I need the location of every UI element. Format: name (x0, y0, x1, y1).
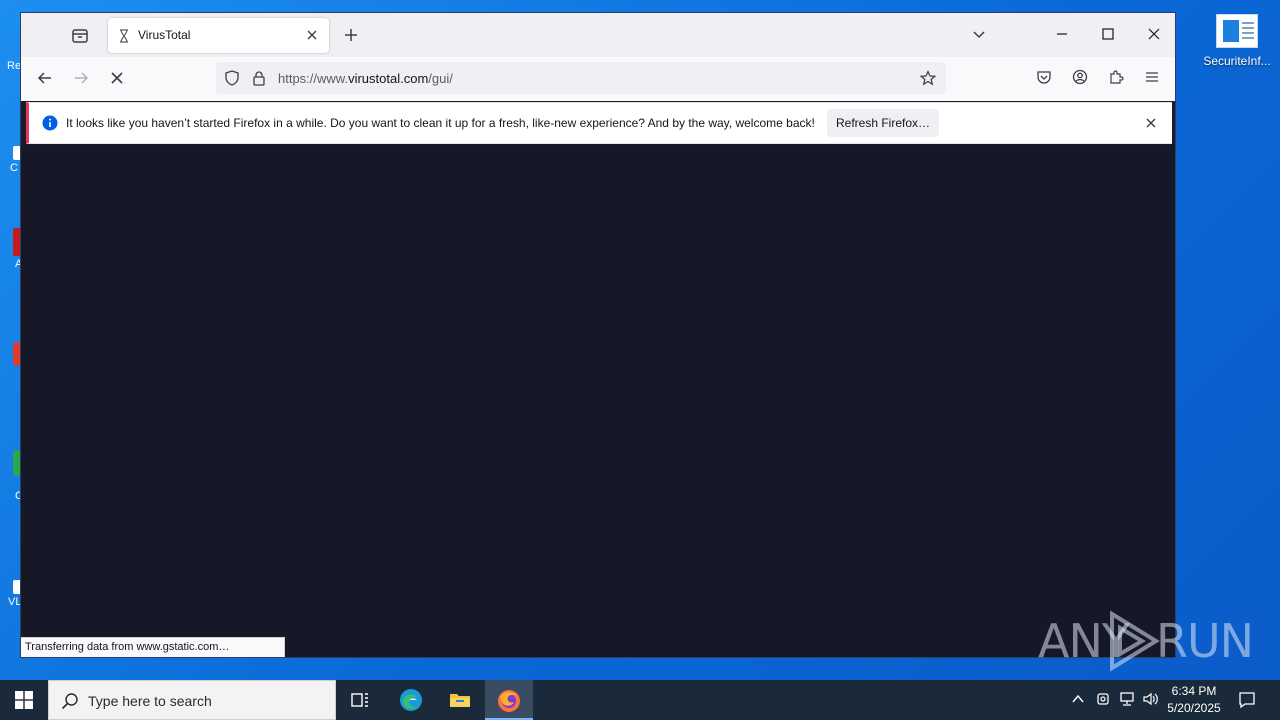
url-prefix: https://www. (278, 71, 349, 86)
lock-icon[interactable] (252, 70, 266, 86)
desktop-icon-3[interactable]: A (0, 228, 22, 270)
file-explorer-taskbar-button[interactable] (436, 680, 484, 720)
taskbar-search[interactable]: Type here to search (48, 680, 336, 720)
new-tab-plus-icon[interactable] (343, 27, 359, 43)
info-icon (42, 115, 58, 131)
edge-taskbar-button[interactable] (387, 680, 435, 720)
loading-hourglass-icon (117, 29, 131, 43)
notification-close-icon[interactable] (1145, 117, 1157, 129)
search-placeholder: Type here to search (88, 693, 212, 709)
pocket-icon[interactable] (1036, 69, 1052, 85)
list-all-tabs-chevron-icon[interactable] (971, 27, 987, 43)
anyrun-watermark: ANY RUN (1038, 610, 1254, 674)
refresh-firefox-notification: It looks like you haven’t started Firefo… (26, 102, 1172, 144)
tab-virustotal[interactable]: VirusTotal (108, 18, 329, 53)
firefox-view-icon (72, 29, 88, 43)
bookmark-star-icon[interactable] (920, 70, 936, 86)
notification-message: It looks like you haven’t started Firefo… (66, 116, 815, 130)
maximize-icon[interactable] (1101, 27, 1115, 41)
navigation-toolbar: https://www.virustotal.com/gui/ (21, 57, 1175, 101)
taskbar-clock[interactable]: 6:34 PM 5/20/2025 (1162, 683, 1226, 717)
show-hidden-icons-chevron-icon[interactable] (1071, 692, 1085, 720)
desktop-icon-securiteinfo[interactable]: SecuriteInf... (1200, 12, 1274, 68)
refresh-firefox-button[interactable]: Refresh Firefox… (827, 109, 939, 137)
edge-icon (400, 689, 422, 711)
network-icon[interactable] (1118, 691, 1136, 720)
desktop-icon-4[interactable] (0, 342, 22, 366)
url-path: /gui/ (428, 71, 453, 86)
forward-arrow-icon[interactable] (72, 69, 90, 87)
desktop-icon-6[interactable]: VL (0, 580, 22, 608)
action-center-icon[interactable] (1237, 690, 1257, 710)
folder-icon (450, 694, 470, 707)
desktop-icon-label: SecuriteInf... (1203, 54, 1271, 68)
volume-icon[interactable] (1142, 691, 1160, 720)
document-icon (1216, 14, 1258, 48)
status-panel: Transferring data from www.gstatic.com… (21, 637, 285, 657)
firefox-view-button[interactable] (69, 25, 91, 47)
menu-hamburger-icon[interactable] (1144, 69, 1160, 85)
account-icon[interactable] (1072, 69, 1088, 85)
tab-title: VirusTotal (138, 28, 191, 42)
close-window-icon[interactable] (1147, 27, 1161, 41)
tracking-protection-shield-icon[interactable] (224, 70, 240, 86)
desktop-icon-2[interactable]: C (0, 146, 22, 174)
back-arrow-icon[interactable] (36, 69, 54, 87)
tab-bar: VirusTotal (21, 13, 1175, 57)
extensions-puzzle-icon[interactable] (1108, 69, 1124, 85)
firefox-icon (498, 690, 520, 712)
windows-logo-icon (15, 691, 33, 709)
url-domain: virustotal.com (348, 71, 429, 86)
meet-now-icon[interactable] (1096, 691, 1112, 720)
taskbar: Type here to search 6:34 PM 5/20/2025 (0, 680, 1280, 720)
desktop-icon-recycle-bin[interactable]: Re (0, 58, 22, 72)
task-view-icon (351, 693, 368, 707)
page-content (21, 145, 1175, 657)
play-logo-icon (1106, 610, 1162, 672)
task-view-button[interactable] (336, 680, 384, 720)
url-text: https://www.virustotal.com/gui/ (278, 71, 453, 86)
minimize-icon[interactable] (1055, 27, 1069, 41)
tab-close-icon[interactable] (306, 29, 318, 41)
watermark-right-text: RUN (1156, 614, 1254, 668)
firefox-taskbar-button[interactable] (485, 680, 533, 720)
search-icon (61, 692, 79, 710)
stop-loading-icon[interactable] (108, 69, 126, 87)
clock-date: 5/20/2025 (1167, 701, 1221, 715)
clock-time: 6:34 PM (1171, 684, 1217, 698)
desktop-icon-5[interactable]: C (0, 450, 23, 502)
firefox-window: VirusTotal https://www.virustotal.com/gu… (20, 12, 1176, 658)
address-bar[interactable]: https://www.virustotal.com/gui/ (216, 62, 946, 94)
start-button[interactable] (0, 680, 48, 720)
